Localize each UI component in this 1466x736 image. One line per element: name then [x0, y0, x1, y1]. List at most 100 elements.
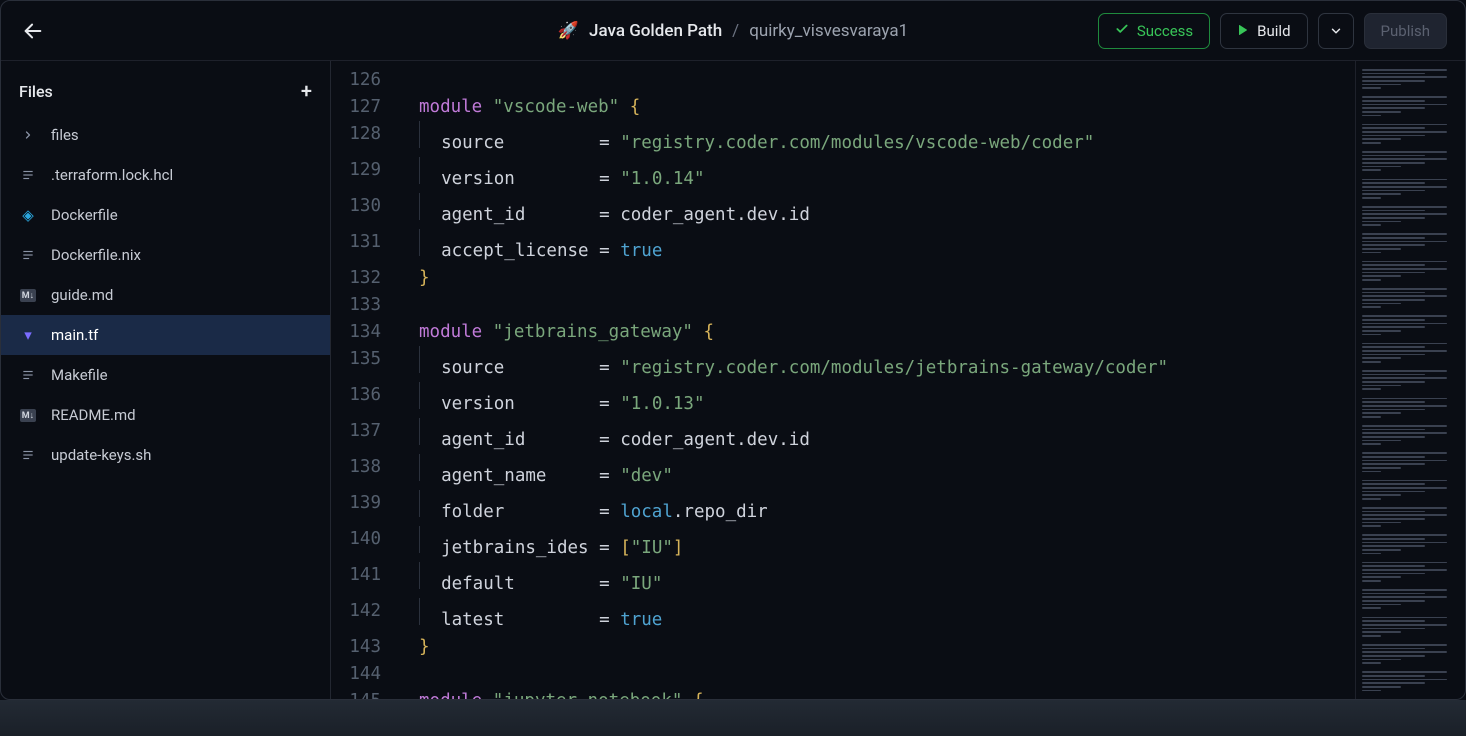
minimap-line [1362, 655, 1425, 657]
back-button[interactable] [19, 17, 47, 45]
code-line[interactable]: 139 folder = local.repo_dir [331, 490, 1355, 526]
code-line[interactable]: 141 default = "IU" [331, 562, 1355, 598]
folder-item[interactable]: files [1, 115, 330, 155]
minimap-line [1362, 288, 1447, 290]
file-item[interactable]: Dockerfile.nix [1, 235, 330, 275]
code-line[interactable]: 144 [331, 661, 1355, 688]
file-item[interactable]: M↓ README.md [1, 395, 330, 435]
minimap-line [1362, 556, 1459, 559]
minimap-line [1362, 241, 1447, 243]
minimap-line [1362, 233, 1447, 235]
breadcrumb-project[interactable]: Java Golden Path [589, 21, 722, 41]
minimap-line [1362, 416, 1381, 418]
minimap-line [1362, 631, 1401, 633]
minimap-line [1362, 115, 1381, 117]
line-number: 138 [331, 454, 399, 490]
code-line[interactable]: 128 source = "registry.coder.com/modules… [331, 121, 1355, 157]
minimap-line [1362, 138, 1401, 140]
minimap-line [1362, 131, 1447, 133]
code-line[interactable]: 126 [331, 67, 1355, 94]
minimap-line [1362, 303, 1401, 305]
minimap-line [1362, 604, 1401, 606]
md-icon: M↓ [19, 409, 37, 422]
minimap-line [1362, 330, 1401, 332]
minimap-line [1362, 682, 1425, 684]
code-line[interactable]: 133 [331, 292, 1355, 319]
minimap-line [1362, 275, 1401, 277]
file-item[interactable]: Makefile [1, 355, 330, 395]
minimap-line [1362, 84, 1401, 86]
tf-icon: ▾ [19, 326, 37, 344]
code-line[interactable]: 132} [331, 265, 1355, 292]
code-text: latest = true [399, 598, 662, 634]
line-number: 142 [331, 598, 399, 634]
minimap-line [1362, 127, 1425, 129]
build-label: Build [1257, 22, 1290, 40]
minimap-line [1362, 589, 1447, 591]
file-item[interactable]: .terraform.lock.hcl [1, 155, 330, 195]
status-label: Success [1137, 22, 1193, 40]
code-text: version = "1.0.14" [399, 157, 705, 193]
file-item[interactable]: update-keys.sh [1, 435, 330, 475]
minimap-line [1362, 648, 1425, 650]
minimap-line [1362, 264, 1425, 266]
minimap-line [1362, 118, 1459, 121]
file-name: README.md [51, 406, 136, 424]
minimap-line [1362, 538, 1425, 540]
minimap-line [1362, 186, 1447, 188]
minimap-line [1362, 553, 1381, 555]
minimap-line [1362, 124, 1447, 126]
code-line[interactable]: 129 version = "1.0.14" [331, 157, 1355, 193]
minimap-line [1362, 217, 1425, 219]
minimap-line [1362, 166, 1401, 168]
minimap-line [1362, 142, 1381, 144]
minimap-line [1362, 565, 1425, 567]
minimap-line [1362, 319, 1425, 321]
file-item[interactable]: M↓guide.md [1, 275, 330, 315]
minimap-line [1362, 354, 1425, 356]
publish-button: Publish [1364, 13, 1447, 49]
minimap-line [1362, 244, 1425, 246]
code-line[interactable]: 143} [331, 634, 1355, 661]
play-icon [1237, 22, 1249, 40]
chevron-down-icon [1329, 24, 1343, 38]
add-file-button[interactable]: + [301, 79, 312, 103]
code-line[interactable]: 140 jetbrains_ides = ["IU"] [331, 526, 1355, 562]
code-text: agent_id = coder_agent.dev.id [399, 418, 810, 454]
breadcrumb: 🚀 Java Golden Path / quirky_visvesvaraya… [558, 21, 908, 41]
minimap-line [1362, 237, 1425, 239]
code-line[interactable]: 138 agent_name = "dev" [331, 454, 1355, 490]
code-line[interactable]: 136 version = "1.0.13" [331, 382, 1355, 418]
code-editor[interactable]: 126127module "vscode-web" {128 source = … [331, 61, 1355, 699]
code-line[interactable]: 130 agent_id = coder_agent.dev.id [331, 193, 1355, 229]
minimap-line [1362, 248, 1401, 250]
minimap-line [1362, 420, 1459, 423]
breadcrumb-workspace[interactable]: quirky_visvesvaraya1 [749, 21, 908, 41]
line-number: 131 [331, 229, 399, 265]
minimap-line [1362, 679, 1447, 681]
minimap-line [1362, 392, 1459, 395]
code-line[interactable]: 135 source = "registry.coder.com/modules… [331, 346, 1355, 382]
code-line[interactable]: 134module "jetbrains_gateway" { [331, 319, 1355, 346]
minimap-line [1362, 350, 1447, 352]
minimap-line [1362, 155, 1425, 157]
build-button[interactable]: Build [1220, 13, 1307, 49]
line-number: 127 [331, 94, 399, 121]
file-item[interactable]: ◈Dockerfile [1, 195, 330, 235]
minimap-line [1362, 346, 1425, 348]
minimap[interactable] [1355, 61, 1465, 699]
code-line[interactable]: 131 accept_license = true [331, 229, 1355, 265]
minimap-line [1362, 584, 1459, 587]
file-item[interactable]: ▾main.tf [1, 315, 330, 355]
build-dropdown-button[interactable] [1318, 13, 1354, 49]
code-line[interactable]: 142 latest = true [331, 598, 1355, 634]
code-line[interactable]: 137 agent_id = coder_agent.dev.id [331, 418, 1355, 454]
minimap-line [1362, 569, 1447, 571]
code-line[interactable]: 127module "vscode-web" { [331, 94, 1355, 121]
code-text: agent_id = coder_agent.dev.id [399, 193, 810, 229]
file-tree: files.terraform.lock.hcl◈DockerfileDocke… [1, 115, 330, 475]
code-line[interactable]: 145module "jupyter-notebook" { [331, 688, 1355, 699]
code-text: version = "1.0.13" [399, 382, 705, 418]
minimap-line [1362, 365, 1459, 368]
file-name: update-keys.sh [51, 446, 151, 464]
